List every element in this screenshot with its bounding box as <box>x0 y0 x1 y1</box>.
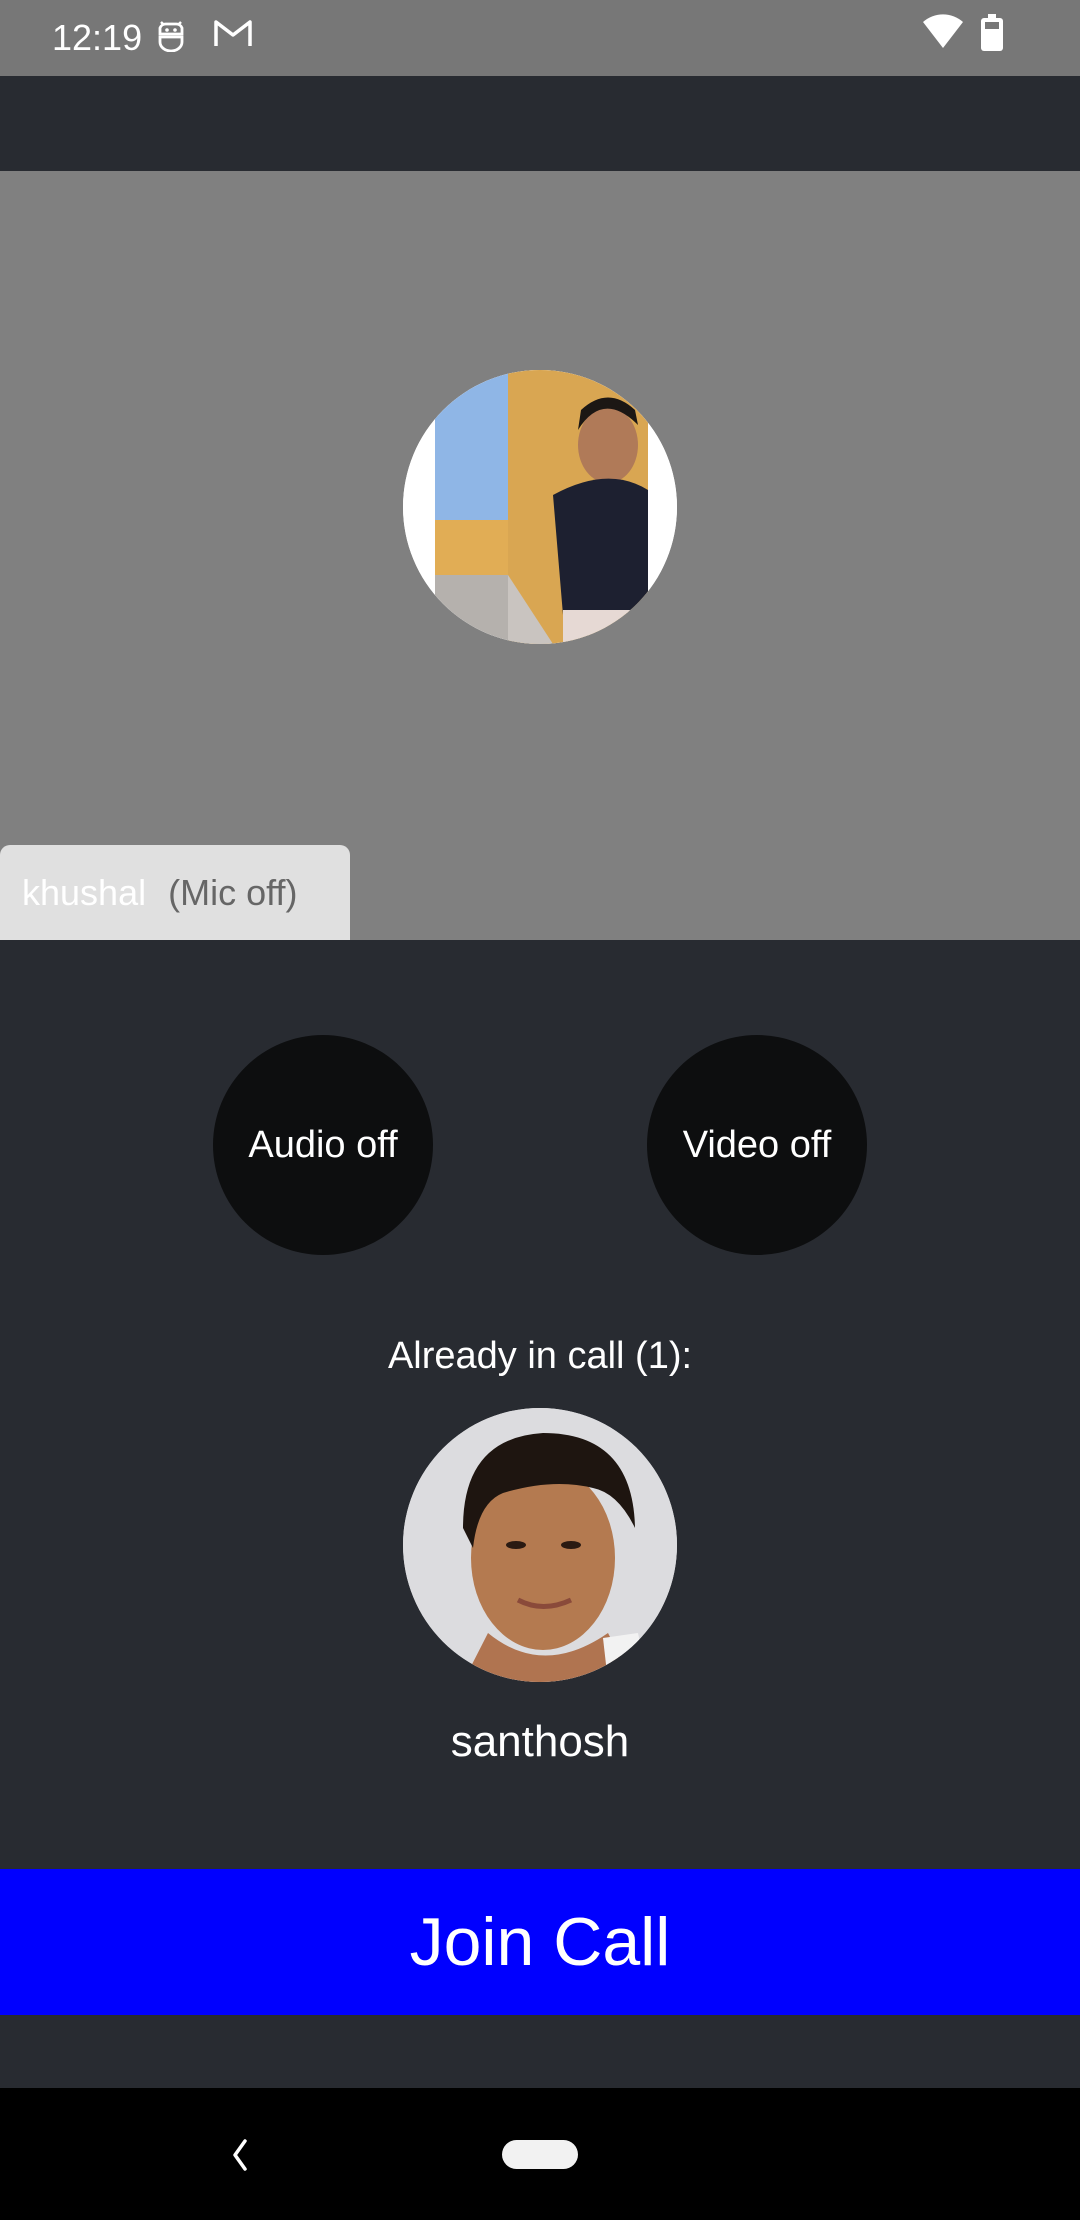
gmail-icon <box>214 20 252 46</box>
debug-bot-icon <box>158 21 184 52</box>
video-toggle-label: Video off <box>682 1123 832 1166</box>
back-icon[interactable] <box>225 2135 255 2175</box>
participant-name: khushal <box>22 871 147 913</box>
wifi-icon <box>923 14 963 48</box>
home-pill-icon[interactable] <box>502 2140 578 2169</box>
profile-photo-santhosh <box>403 1408 677 1682</box>
already-in-call-label: Already in call (1): <box>387 1335 693 1377</box>
video-toggle-button[interactable]: Video off <box>647 1035 867 1255</box>
mic-status: (Mic off) <box>168 871 298 913</box>
join-call-button[interactable]: Join Call <box>0 1869 1080 2015</box>
participant-label: khushal (Mic off) <box>0 845 350 940</box>
participant-avatar <box>403 1408 677 1682</box>
app-bar <box>0 76 1080 171</box>
audio-toggle-label: Audio off <box>248 1123 398 1166</box>
profile-photo-khushal <box>403 370 677 644</box>
status-bar: 12:19 <box>0 0 1080 76</box>
status-time: 12:19 <box>52 17 143 58</box>
audio-toggle-button[interactable]: Audio off <box>213 1035 433 1255</box>
battery-icon <box>981 14 1003 51</box>
self-avatar <box>403 370 677 644</box>
participant-name: santhosh <box>450 1717 630 1766</box>
